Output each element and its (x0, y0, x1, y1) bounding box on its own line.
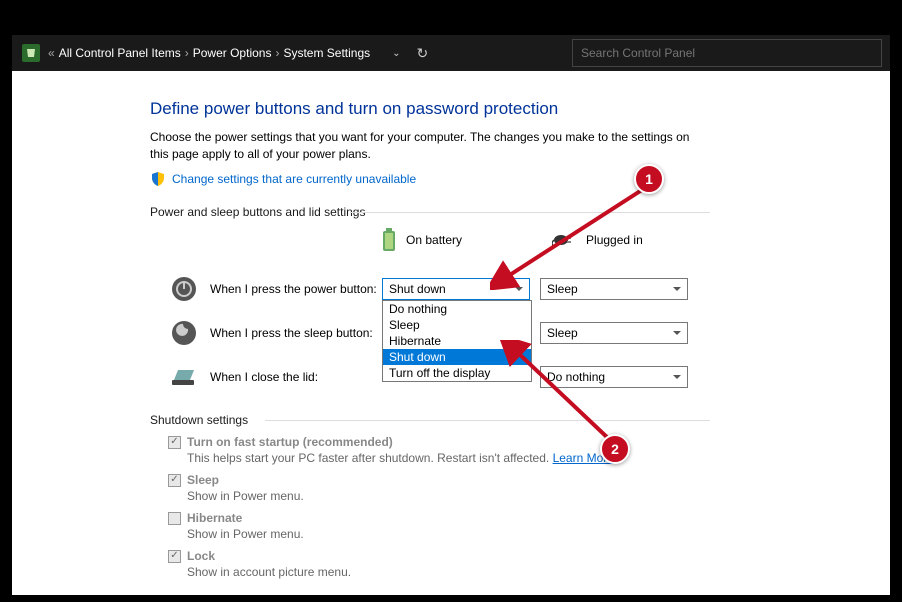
change-settings-link[interactable]: Change settings that are currently unava… (172, 172, 416, 186)
power-plugged-dropdown[interactable]: Sleep (540, 278, 688, 300)
chevron-right-icon: › (185, 46, 189, 60)
refresh-icon[interactable]: ↻ (417, 45, 429, 62)
lid-icon (170, 363, 198, 391)
breadcrumb-item-2[interactable]: Power Options (193, 46, 272, 60)
row-power-label: When I press the power button: (210, 282, 382, 296)
lid-plugged-dropdown[interactable]: Do nothing (540, 366, 688, 388)
sleep-checkbox[interactable] (168, 474, 181, 487)
dropdown-option-shut-down[interactable]: Shut down (383, 349, 531, 365)
sleep-plugged-dropdown[interactable]: Sleep (540, 322, 688, 344)
battery-icon (380, 227, 398, 253)
shield-icon (150, 171, 166, 187)
fast-startup-desc: This helps start your PC faster after sh… (187, 451, 708, 465)
content-area: Define power buttons and turn on passwor… (12, 71, 890, 595)
lock-checkbox[interactable] (168, 550, 181, 563)
hibernate-desc: Show in Power menu. (187, 527, 708, 541)
power-button-icon (170, 275, 198, 303)
dropdown-option-hibernate[interactable]: Hibernate (383, 333, 531, 349)
plugged-in-header: Plugged in (552, 232, 643, 248)
page-title: Define power buttons and turn on passwor… (150, 99, 890, 119)
hibernate-label: Hibernate (187, 511, 242, 525)
chevron-down-icon[interactable]: ⌄ (392, 48, 400, 59)
fast-startup-checkbox[interactable] (168, 436, 181, 449)
breadcrumb-item-1[interactable]: All Control Panel Items (59, 46, 181, 60)
section-shutdown-title: Shutdown settings (150, 413, 710, 427)
search-input[interactable] (572, 39, 882, 67)
dropdown-option-turn-off-display[interactable]: Turn off the display (383, 365, 531, 381)
plug-icon (552, 232, 578, 248)
row-lid-label: When I close the lid: (210, 370, 382, 384)
address-bar: « All Control Panel Items › Power Option… (12, 35, 890, 71)
section-power-sleep-title: Power and sleep buttons and lid settings (150, 205, 710, 219)
column-headers: On battery Plugged in (380, 227, 890, 253)
sleep-label: Sleep (187, 473, 219, 487)
fast-startup-label: Turn on fast startup (recommended) (187, 435, 393, 449)
lock-desc: Show in account picture menu. (187, 565, 708, 579)
row-power-button: When I press the power button: Shut down… (150, 267, 890, 311)
sleep-desc: Show in Power menu. (187, 489, 708, 503)
hibernate-checkbox[interactable] (168, 512, 181, 525)
admin-link-row[interactable]: Change settings that are currently unava… (150, 171, 890, 187)
dropdown-option-sleep[interactable]: Sleep (383, 317, 531, 333)
callout-2: 2 (600, 434, 630, 464)
page-description: Choose the power settings that you want … (150, 129, 710, 163)
chevron-right-icon: › (275, 46, 279, 60)
power-battery-dropdown[interactable]: Shut down Do nothing Sleep Hibernate Shu… (382, 278, 530, 300)
breadcrumb[interactable]: « All Control Panel Items › Power Option… (48, 45, 428, 62)
breadcrumb-item-3[interactable]: System Settings (283, 46, 370, 60)
on-battery-header: On battery (380, 227, 462, 253)
lock-label: Lock (187, 549, 215, 563)
callout-1: 1 (634, 164, 664, 194)
breadcrumb-back-icon: « (48, 46, 55, 60)
power-battery-dropdown-list: Do nothing Sleep Hibernate Shut down Tur… (382, 300, 532, 382)
sleep-button-icon (170, 319, 198, 347)
row-sleep-label: When I press the sleep button: (210, 326, 382, 340)
dropdown-option-do-nothing[interactable]: Do nothing (383, 301, 531, 317)
power-options-icon (20, 42, 42, 64)
